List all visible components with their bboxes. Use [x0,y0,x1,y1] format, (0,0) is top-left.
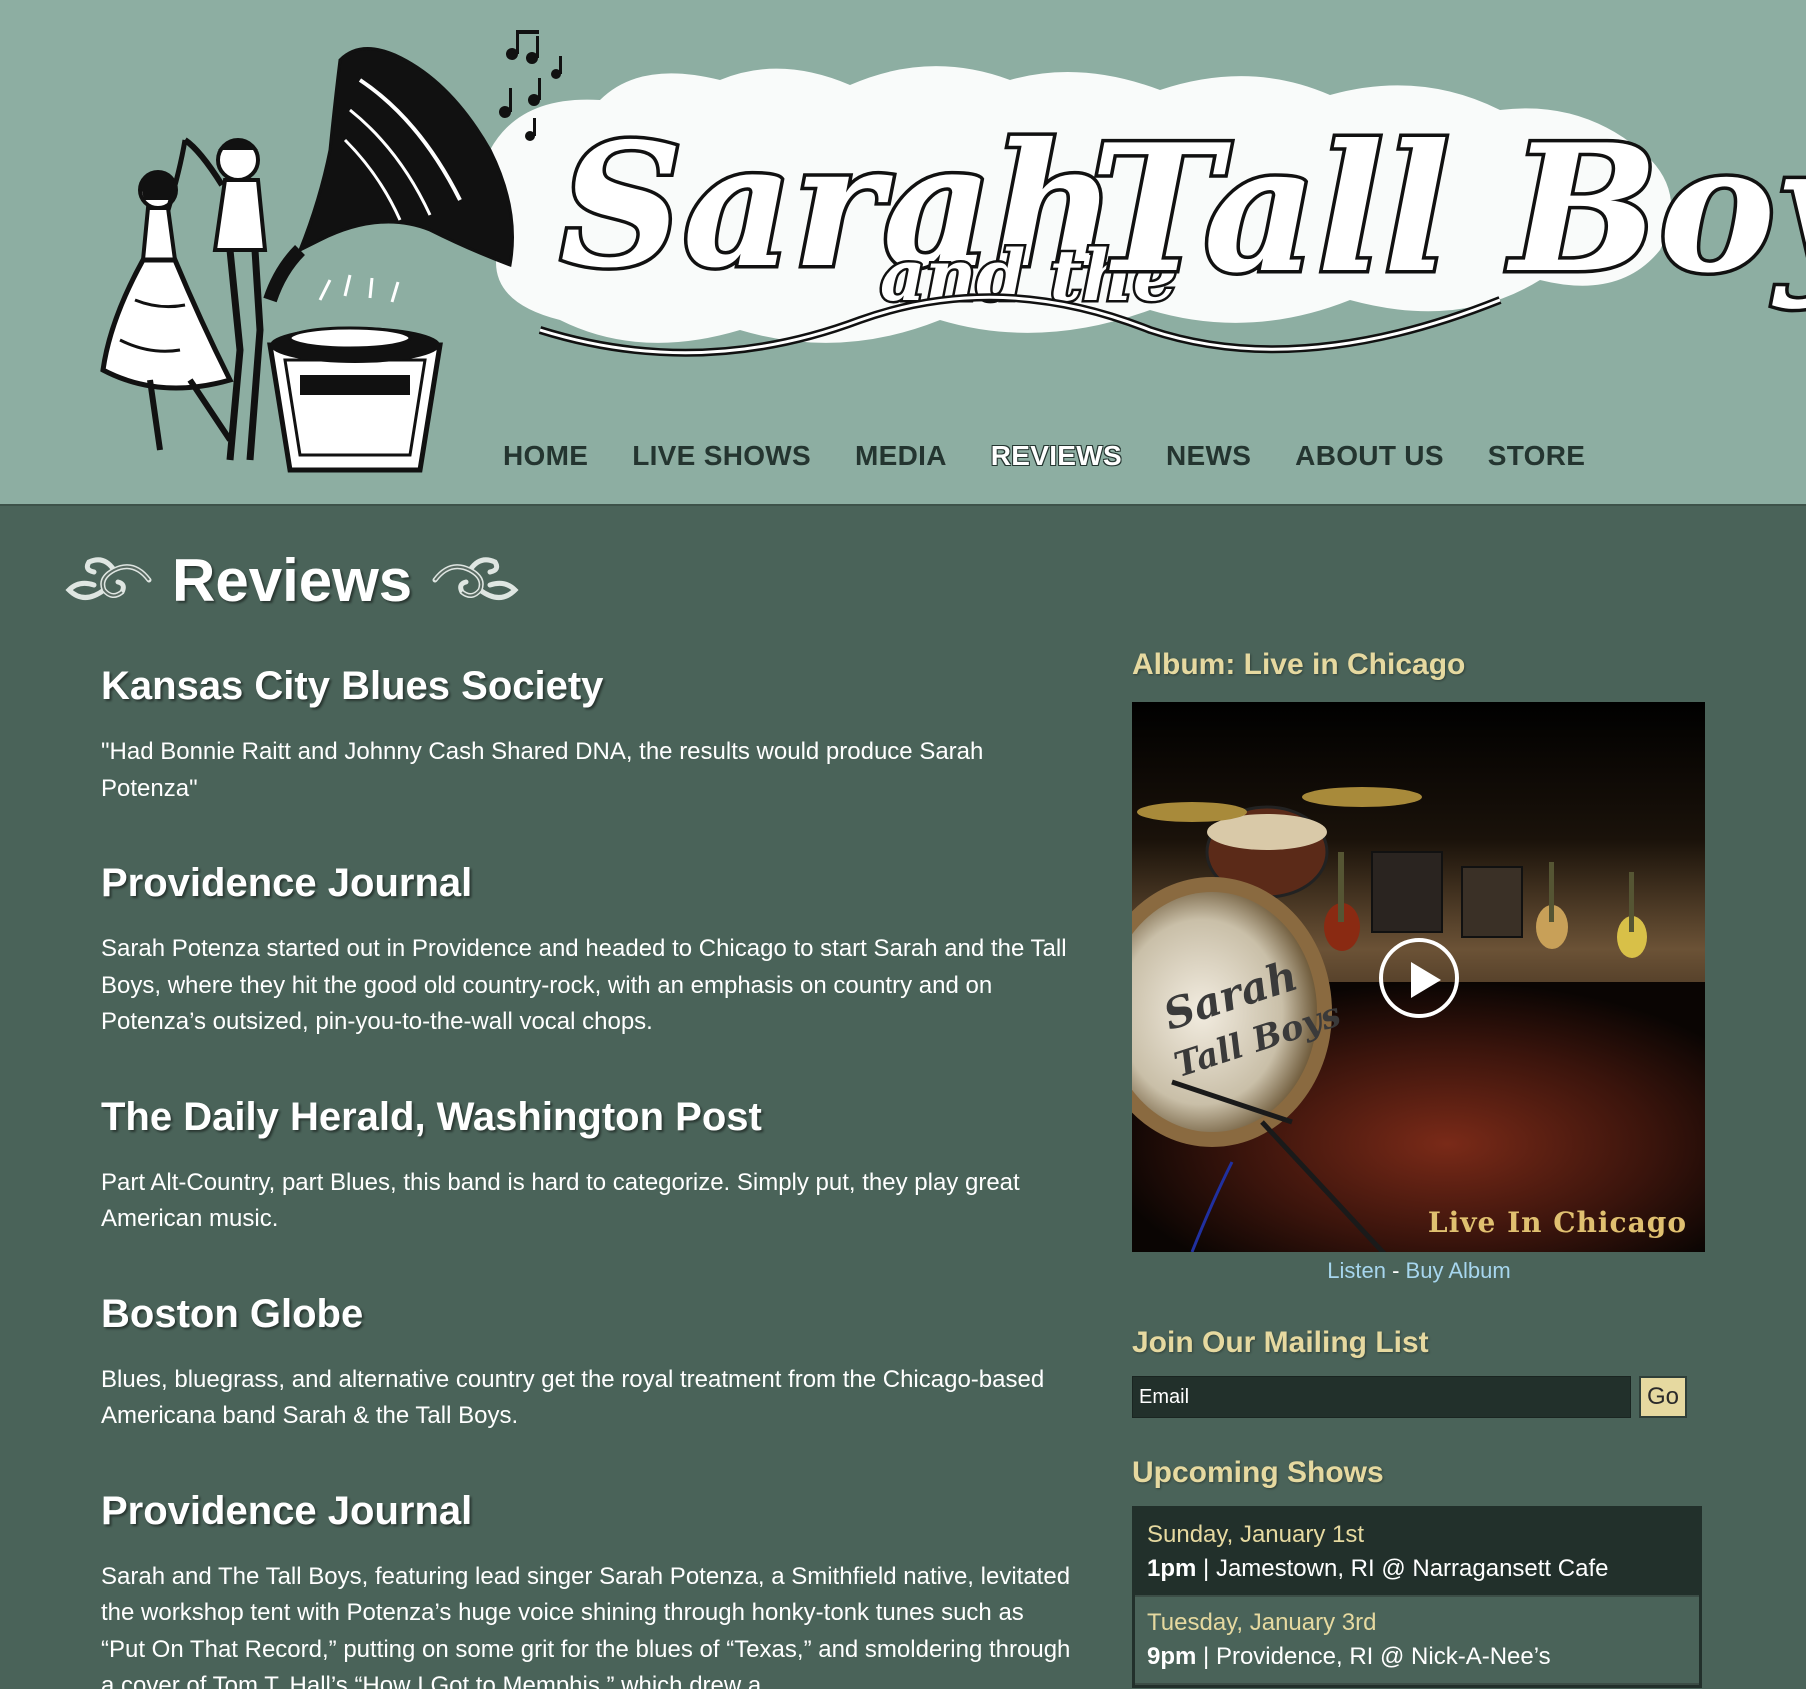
review-source: The Daily Herald, Washington Post [101,1094,762,1139]
album-links: Listen - Buy Album [1132,1258,1706,1284]
review-text: Blues, bluegrass, and alternative countr… [101,1365,1045,1430]
nav-media[interactable]: MEDIA [855,440,947,472]
go-button[interactable]: Go [1639,1376,1687,1418]
show-time: 1pm [1147,1555,1197,1582]
buy-album-link[interactable]: Buy Album [1406,1258,1511,1283]
review-text: Part Alt-Country, part Blues, this band … [101,1168,1020,1233]
show-date: Sunday, January 1st [1147,1521,1365,1548]
upcoming-shows-heading: Upcoming Shows [1132,1456,1384,1489]
show-item[interactable]: Tuesday, January 3rd 9pm | Providence, R… [1135,1597,1699,1685]
right-flourish-icon [432,557,519,600]
left-flourish-icon [65,557,152,600]
nav-news[interactable]: NEWS [1166,440,1251,472]
show-venue: Providence, RI @ Nick-A-Nee’s [1215,1643,1551,1670]
review-source: Providence Journal [101,1488,473,1533]
album-cover-player[interactable]: Sarah Tall Boys Live In Chicago [1132,702,1705,1252]
show-detail: 9pm | Providence, RI @ Nick-A-Nee’s [1147,1643,1687,1671]
review-source: Boston Globe [101,1291,364,1336]
page-title: Reviews [172,546,413,614]
nav-home[interactable]: HOME [503,440,588,472]
review-source: Providence Journal [101,861,473,905]
show-venue: Jamestown, RI @ Narragansett Cafe [1215,1555,1609,1582]
gramophone-illustration [263,47,514,473]
nav-store[interactable]: STORE [1488,440,1585,472]
dancing-couple-illustration [100,137,268,461]
review-item: Providence Journal Sarah and The Tall Bo… [101,1487,1071,1689]
main-nav: HOME LIVE SHOWS MEDIA REVIEWS NEWS ABOUT… [503,434,1629,478]
show-separator: | [1196,1555,1216,1582]
page-title-area: Reviews [64,540,520,620]
review-item: Boston Globe Blues, bluegrass, and alter… [101,1290,1071,1435]
sidebar: Album: Live in Chicago Sarah Tall Boys L… [1132,648,1706,1688]
nav-about-us[interactable]: ABOUT US [1295,440,1444,472]
album-cover-caption: Live In Chicago [1428,1206,1687,1239]
mailing-list-form: Go [1132,1376,1706,1418]
review-text: "Had Bonnie Raitt and Johnny Cash Shared… [101,738,984,802]
review-text: Sarah Potenza started out in Providence … [101,935,1067,1035]
album-heading: Album: Live in Chicago [1132,648,1466,681]
show-detail: 1pm | Jamestown, RI @ Narragansett Cafe [1147,1555,1687,1583]
reviews-list: Kansas City Blues Society "Had Bonnie Ra… [101,662,1071,1689]
show-separator: | [1196,1643,1216,1670]
email-input[interactable] [1132,1376,1631,1418]
show-date: Tuesday, January 3rd [1147,1609,1377,1636]
nav-live-shows[interactable]: LIVE SHOWS [632,440,811,472]
play-button[interactable] [1379,938,1459,1018]
link-separator: - [1385,1258,1406,1283]
nav-reviews[interactable]: REVIEWS [991,440,1122,472]
review-item: Kansas City Blues Society "Had Bonnie Ra… [101,662,1071,807]
site-header: Sarah and the Tall Boys HOME LIVE SHOWS … [0,0,1806,506]
mailing-list-heading: Join Our Mailing List [1132,1326,1429,1359]
review-item: The Daily Herald, Washington Post Part A… [101,1093,1071,1238]
show-time: 9pm [1147,1643,1197,1670]
show-item[interactable]: Sunday, January 1st 1pm | Jamestown, RI … [1135,1509,1699,1597]
review-source: Kansas City Blues Society [101,664,604,708]
logo-tall-boys-text: Tall Boys [1090,107,1806,312]
review-text: Sarah and The Tall Boys, featuring lead … [101,1562,1071,1689]
upcoming-shows-list: Sunday, January 1st 1pm | Jamestown, RI … [1132,1506,1702,1688]
header-illustration: Sarah and the Tall Boys [100,30,1806,473]
review-item: Providence Journal Sarah Potenza started… [101,859,1071,1041]
listen-link[interactable]: Listen [1327,1258,1386,1283]
